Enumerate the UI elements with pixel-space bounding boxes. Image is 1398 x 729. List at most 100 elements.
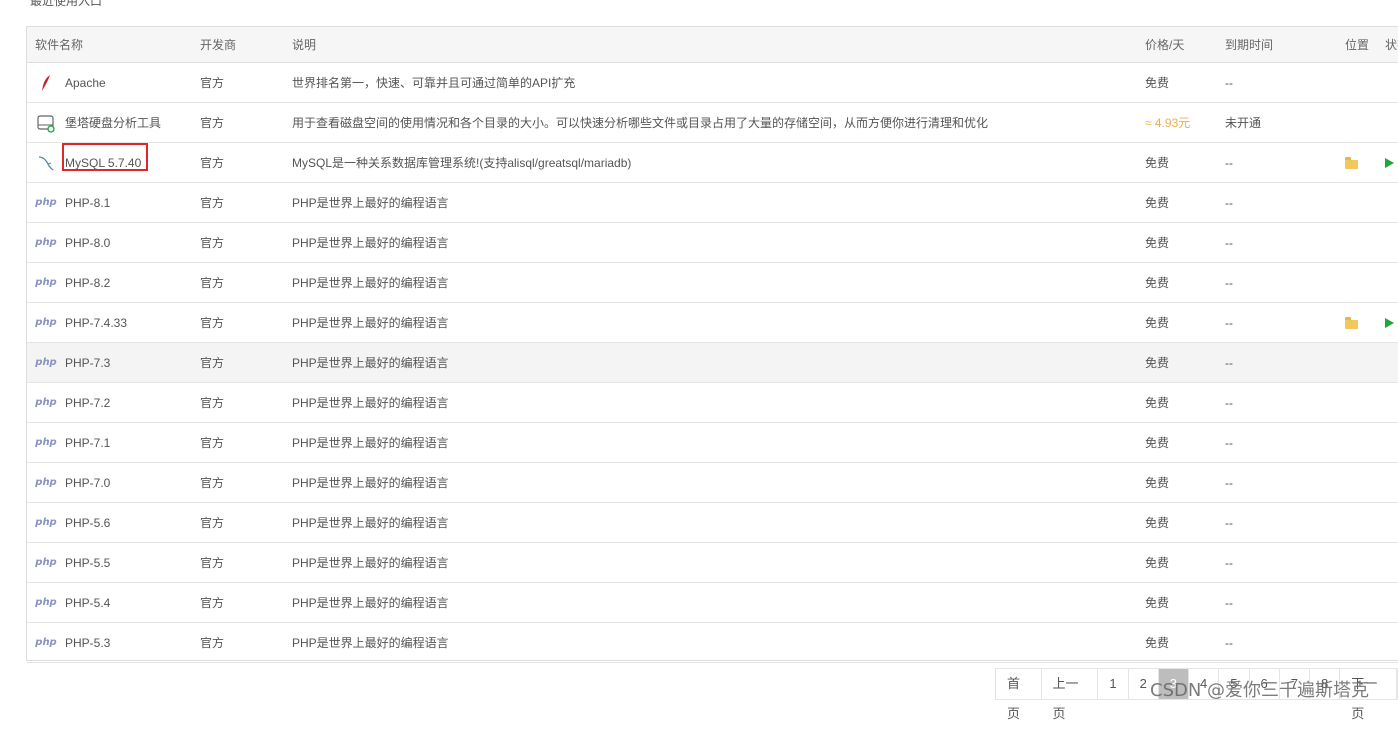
page-1-button[interactable]: 1 bbox=[1098, 669, 1129, 699]
highlight-box bbox=[62, 143, 148, 171]
software-name-cell[interactable]: php PHP-5.5 bbox=[35, 543, 110, 582]
description-cell: PHP是世界上最好的编程语言 bbox=[292, 316, 449, 330]
open-folder-icon[interactable] bbox=[1345, 303, 1358, 342]
price-cell: 免费 bbox=[1145, 196, 1170, 210]
expire-cell: -- bbox=[1225, 275, 1233, 290]
software-name-cell[interactable]: php PHP-7.3 bbox=[35, 343, 110, 382]
developer-cell: 官方 bbox=[200, 76, 225, 90]
php-icon: php bbox=[35, 557, 57, 568]
software-name-cell[interactable]: php PHP-8.2 bbox=[35, 263, 110, 302]
php-icon: php bbox=[35, 277, 57, 288]
table-row: php PHP-7.4.33 官方 PHP是世界上最好的编程语言 免费 -- bbox=[27, 303, 1398, 343]
developer-cell: 官方 bbox=[200, 636, 225, 650]
php-icon: php bbox=[35, 317, 57, 328]
developer-cell: 官方 bbox=[200, 196, 225, 210]
expire-cell: -- bbox=[1225, 195, 1233, 210]
software-name[interactable]: PHP-7.2 bbox=[65, 396, 110, 410]
table-row: php PHP-8.1 官方 PHP是世界上最好的编程语言 免费 -- bbox=[27, 183, 1398, 223]
software-name-cell[interactable]: php PHP-7.2 bbox=[35, 383, 110, 422]
col-name-header: 软件名称 bbox=[35, 38, 84, 52]
description-cell: PHP是世界上最好的编程语言 bbox=[292, 276, 449, 290]
expire-cell: -- bbox=[1225, 555, 1233, 570]
description-cell: 用于查看磁盘空间的使用情况和各个目录的大小。可以快速分析哪些文件或目录占用了大量… bbox=[292, 116, 989, 130]
expire-cell: -- bbox=[1225, 155, 1233, 170]
price-cell: 免费 bbox=[1145, 596, 1170, 610]
software-name[interactable]: PHP-7.1 bbox=[65, 436, 110, 450]
software-name-cell[interactable]: php PHP-7.0 bbox=[35, 463, 110, 502]
price-cell: 免费 bbox=[1145, 436, 1170, 450]
description-cell: PHP是世界上最好的编程语言 bbox=[292, 556, 449, 570]
php-icon: php bbox=[35, 437, 57, 448]
expire-cell: -- bbox=[1225, 435, 1233, 450]
play-icon[interactable] bbox=[1385, 303, 1394, 342]
software-name-cell[interactable]: Apache bbox=[35, 63, 106, 102]
price-cell: 免费 bbox=[1145, 516, 1170, 530]
software-name-cell[interactable]: php PHP-5.6 bbox=[35, 503, 110, 542]
software-name-cell[interactable]: php PHP-7.4.33 bbox=[35, 303, 127, 342]
col-position-header: 位置 bbox=[1345, 38, 1370, 52]
software-name-cell[interactable]: php PHP-7.1 bbox=[35, 423, 110, 462]
software-name-cell[interactable]: php PHP-8.1 bbox=[35, 183, 110, 222]
expire-cell: -- bbox=[1225, 315, 1233, 330]
developer-cell: 官方 bbox=[200, 556, 225, 570]
open-folder-icon[interactable] bbox=[1345, 143, 1358, 182]
developer-cell: 官方 bbox=[200, 396, 225, 410]
expire-cell: -- bbox=[1225, 635, 1233, 650]
software-name[interactable]: PHP-5.5 bbox=[65, 556, 110, 570]
developer-cell: 官方 bbox=[200, 316, 225, 330]
developer-cell: 官方 bbox=[200, 516, 225, 530]
table-row: php PHP-7.2 官方 PHP是世界上最好的编程语言 免费 -- bbox=[27, 383, 1398, 423]
description-cell: PHP是世界上最好的编程语言 bbox=[292, 196, 449, 210]
table-row: php PHP-7.0 官方 PHP是世界上最好的编程语言 免费 -- bbox=[27, 463, 1398, 503]
table-row: 堡塔硬盘分析工具 官方 用于查看磁盘空间的使用情况和各个目录的大小。可以快速分析… bbox=[27, 103, 1398, 143]
description-cell: PHP是世界上最好的编程语言 bbox=[292, 636, 449, 650]
col-developer-header: 开发商 bbox=[200, 38, 237, 52]
table-row: php PHP-5.3 官方 PHP是世界上最好的编程语言 免费 -- bbox=[27, 623, 1398, 663]
price-cell: 免费 bbox=[1145, 396, 1170, 410]
expire-cell: -- bbox=[1225, 355, 1233, 370]
description-cell: PHP是世界上最好的编程语言 bbox=[292, 436, 449, 450]
table-row: php PHP-5.5 官方 PHP是世界上最好的编程语言 免费 -- bbox=[27, 543, 1398, 583]
software-name-cell[interactable]: php PHP-5.3 bbox=[35, 623, 110, 662]
developer-cell: 官方 bbox=[200, 356, 225, 370]
developer-cell: 官方 bbox=[200, 476, 225, 490]
software-name[interactable]: PHP-5.6 bbox=[65, 516, 110, 530]
software-name[interactable]: PHP-5.3 bbox=[65, 636, 110, 650]
table-row: php PHP-7.1 官方 PHP是世界上最好的编程语言 免费 -- bbox=[27, 423, 1398, 463]
prev-page-button[interactable]: 上一页 bbox=[1042, 669, 1099, 721]
software-name[interactable]: PHP-8.2 bbox=[65, 276, 110, 290]
software-name[interactable]: PHP-7.4.33 bbox=[65, 316, 127, 330]
disk-analyzer-icon bbox=[35, 113, 57, 133]
software-name[interactable]: 堡塔硬盘分析工具 bbox=[65, 114, 161, 131]
first-page-button[interactable]: 首页 bbox=[996, 669, 1042, 721]
price-cell: 免费 bbox=[1145, 76, 1170, 90]
price-cell: 免费 bbox=[1145, 236, 1170, 250]
description-cell: 世界排名第一，快速、可靠并且可通过简单的API扩充 bbox=[292, 76, 576, 90]
software-name-cell[interactable]: php PHP-8.0 bbox=[35, 223, 110, 262]
description-cell: PHP是世界上最好的编程语言 bbox=[292, 396, 449, 410]
software-name-cell[interactable]: 堡塔硬盘分析工具 bbox=[35, 103, 161, 142]
expire-cell: -- bbox=[1225, 235, 1233, 250]
developer-cell: 官方 bbox=[200, 596, 225, 610]
php-icon: php bbox=[35, 237, 57, 248]
expire-cell: 未开通 bbox=[1225, 116, 1262, 130]
description-cell: MySQL是一种关系数据库管理系统!(支持alisql/greatsql/mar… bbox=[292, 156, 632, 170]
php-icon: php bbox=[35, 517, 57, 528]
php-icon: php bbox=[35, 397, 57, 408]
software-name[interactable]: PHP-5.4 bbox=[65, 596, 110, 610]
developer-cell: 官方 bbox=[200, 156, 225, 170]
expire-cell: -- bbox=[1225, 515, 1233, 530]
software-name[interactable]: Apache bbox=[65, 76, 106, 90]
php-icon: php bbox=[35, 357, 57, 368]
software-name[interactable]: PHP-7.3 bbox=[65, 356, 110, 370]
price-cell: 免费 bbox=[1145, 556, 1170, 570]
software-name[interactable]: PHP-8.1 bbox=[65, 196, 110, 210]
table-row: php PHP-8.0 官方 PHP是世界上最好的编程语言 免费 -- bbox=[27, 223, 1398, 263]
software-name-cell[interactable]: php PHP-5.4 bbox=[35, 583, 110, 622]
software-name[interactable]: PHP-8.0 bbox=[65, 236, 110, 250]
developer-cell: 官方 bbox=[200, 236, 225, 250]
description-cell: PHP是世界上最好的编程语言 bbox=[292, 516, 449, 530]
play-icon[interactable] bbox=[1385, 143, 1394, 182]
software-table: 软件名称 开发商 说明 价格/天 到期时间 位置 状态 Apache 官方 世界… bbox=[26, 26, 1398, 663]
software-name[interactable]: PHP-7.0 bbox=[65, 476, 110, 490]
